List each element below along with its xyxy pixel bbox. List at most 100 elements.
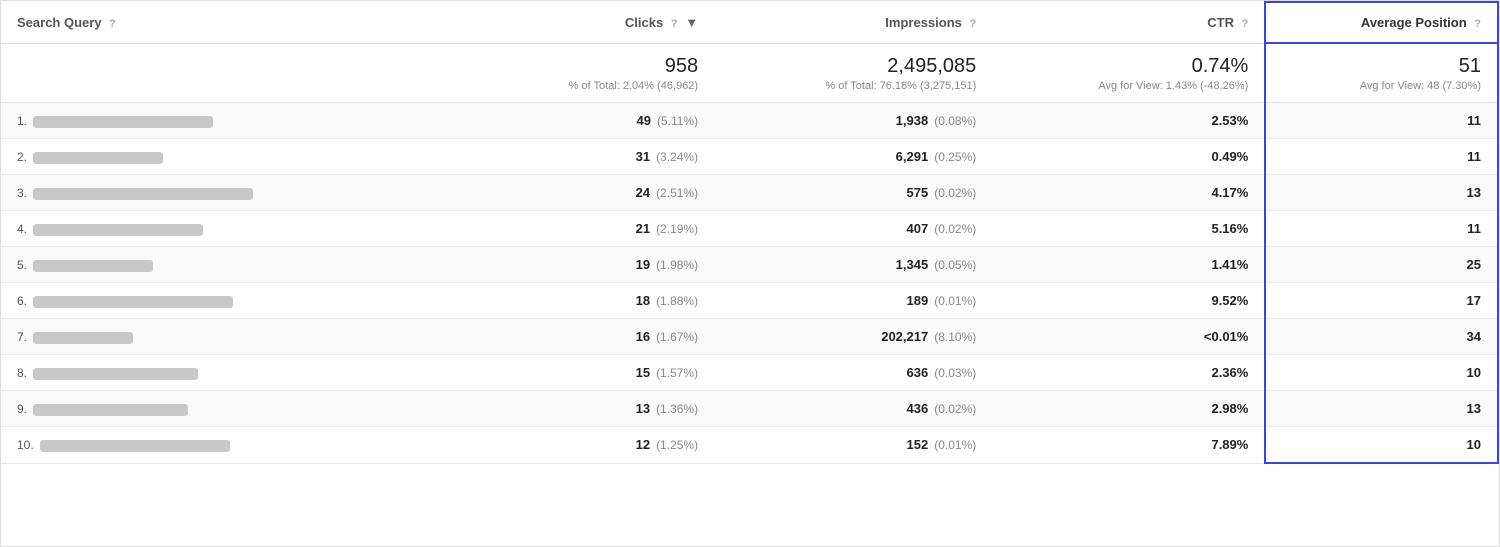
avg-pos-value: 17: [1467, 293, 1481, 308]
ctr-value: 0.49%: [1211, 149, 1248, 164]
avg-pos-cell: 25: [1265, 247, 1498, 283]
clicks-pct: (1.57%): [656, 366, 698, 380]
clicks-value: 18: [636, 293, 650, 308]
impressions-cell: 1,938 (0.08%): [714, 103, 992, 139]
row-number: 9.: [17, 402, 27, 416]
impressions-value: 575: [907, 185, 929, 200]
query-cell: 10.: [1, 427, 466, 464]
totals-clicks-value: 958: [482, 54, 698, 78]
impressions-pct: (0.02%): [934, 222, 976, 236]
clicks-cell: 18 (1.88%): [466, 283, 714, 319]
header-avg-position[interactable]: Average Position ?: [1265, 2, 1498, 43]
blurred-query: [33, 404, 188, 416]
impressions-value: 6,291: [896, 149, 929, 164]
header-impressions[interactable]: Impressions ?: [714, 2, 992, 43]
avg-pos-cell: 11: [1265, 103, 1498, 139]
clicks-value: 24: [636, 185, 650, 200]
impressions-value: 152: [907, 437, 929, 452]
clicks-label: Clicks: [625, 15, 663, 30]
ctr-label: CTR: [1207, 15, 1234, 30]
clicks-value: 21: [636, 221, 650, 236]
clicks-pct: (1.36%): [656, 402, 698, 416]
impressions-pct: (0.08%): [934, 114, 976, 128]
ctr-cell: 2.36%: [992, 355, 1265, 391]
clicks-sort-icon[interactable]: ▼: [685, 15, 698, 30]
clicks-cell: 21 (2.19%): [466, 211, 714, 247]
main-table-container: Search Query ? Clicks ? ▼ Impressions ? …: [0, 0, 1500, 547]
header-ctr[interactable]: CTR ?: [992, 2, 1265, 43]
search-query-label: Search Query: [17, 15, 102, 30]
totals-ctr-value: 0.74%: [1008, 54, 1248, 78]
avg-position-help-icon[interactable]: ?: [1474, 18, 1481, 30]
ctr-cell: <0.01%: [992, 319, 1265, 355]
row-number: 4.: [17, 222, 27, 236]
ctr-value: 2.98%: [1211, 401, 1248, 416]
blurred-query: [33, 296, 233, 308]
search-query-help-icon[interactable]: ?: [109, 18, 116, 30]
clicks-pct: (2.19%): [656, 222, 698, 236]
blurred-query: [33, 116, 213, 128]
impressions-cell: 189(0.01%): [714, 283, 992, 319]
clicks-pct: (1.88%): [656, 294, 698, 308]
totals-query-cell: [1, 43, 466, 103]
ctr-cell: 1.41%: [992, 247, 1265, 283]
totals-impressions-sub: % of Total: 76.18% (3,275,151): [730, 80, 976, 92]
clicks-pct: (1.67%): [656, 330, 698, 344]
avg-pos-value: 11: [1467, 221, 1481, 236]
table-row: 7.16(1.67%)202,217(8.10%)<0.01%34: [1, 319, 1498, 355]
ctr-value: 2.53%: [1211, 113, 1248, 128]
impressions-help-icon[interactable]: ?: [970, 18, 977, 30]
impressions-value: 436: [907, 401, 929, 416]
totals-avgpos-cell: 51 Avg for View: 48 (7.30%): [1265, 43, 1498, 103]
impressions-pct: (0.01%): [934, 294, 976, 308]
clicks-help-icon[interactable]: ?: [671, 18, 678, 30]
avg-pos-cell: 11: [1265, 139, 1498, 175]
blurred-query: [33, 332, 133, 344]
clicks-value: 19: [636, 257, 650, 272]
impressions-pct: (0.05%): [934, 258, 976, 272]
avg-pos-value: 13: [1467, 401, 1481, 416]
row-number: 3.: [17, 186, 27, 200]
impressions-pct: (0.03%): [934, 366, 976, 380]
avg-pos-cell: 13: [1265, 175, 1498, 211]
query-cell: 2.: [1, 139, 466, 175]
impressions-value: 1,345: [896, 257, 929, 272]
impressions-pct: (0.01%): [934, 438, 976, 452]
row-number: 8.: [17, 366, 27, 380]
ctr-value: <0.01%: [1204, 329, 1248, 344]
clicks-cell: 19 (1.98%): [466, 247, 714, 283]
avg-pos-cell: 10: [1265, 355, 1498, 391]
row-number: 2.: [17, 150, 27, 164]
ctr-cell: 0.49%: [992, 139, 1265, 175]
impressions-pct: (0.02%): [934, 402, 976, 416]
impressions-value: 202,217: [881, 329, 928, 344]
blurred-query: [33, 368, 198, 380]
ctr-cell: 5.16%: [992, 211, 1265, 247]
header-clicks[interactable]: Clicks ? ▼: [466, 2, 714, 43]
clicks-pct: (1.98%): [656, 258, 698, 272]
table-row: 8.15(1.57%)636(0.03%)2.36%10: [1, 355, 1498, 391]
blurred-query: [40, 440, 230, 452]
impressions-pct: (8.10%): [934, 330, 976, 344]
totals-clicks-cell: 958 % of Total: 2.04% (46,962): [466, 43, 714, 103]
query-cell: 6.: [1, 283, 466, 319]
impressions-value: 1,938: [896, 113, 929, 128]
table-row: 5. 19 (1.98%) 1,345 (0.05%) 1.41%25: [1, 247, 1498, 283]
totals-ctr-cell: 0.74% Avg for View: 1.43% (-48.26%): [992, 43, 1265, 103]
clicks-value: 13: [636, 401, 650, 416]
totals-ctr-sub: Avg for View: 1.43% (-48.26%): [1008, 80, 1248, 92]
ctr-cell: 2.98%: [992, 391, 1265, 427]
impressions-cell: 407(0.02%): [714, 211, 992, 247]
row-number: 10.: [17, 438, 34, 452]
header-search-query[interactable]: Search Query ?: [1, 2, 466, 43]
clicks-pct: (2.51%): [656, 186, 698, 200]
row-number: 5.: [17, 258, 27, 272]
avg-pos-cell: 10: [1265, 427, 1498, 464]
table-row: 6.18(1.88%)189(0.01%)9.52%17: [1, 283, 1498, 319]
table-row: 4. 21 (2.19%) 407(0.02%)5.16% 11: [1, 211, 1498, 247]
clicks-pct: (1.25%): [656, 438, 698, 452]
ctr-help-icon[interactable]: ?: [1242, 18, 1249, 30]
ctr-value: 2.36%: [1211, 365, 1248, 380]
clicks-value: 31: [636, 149, 650, 164]
totals-avgpos-value: 51: [1282, 54, 1481, 78]
